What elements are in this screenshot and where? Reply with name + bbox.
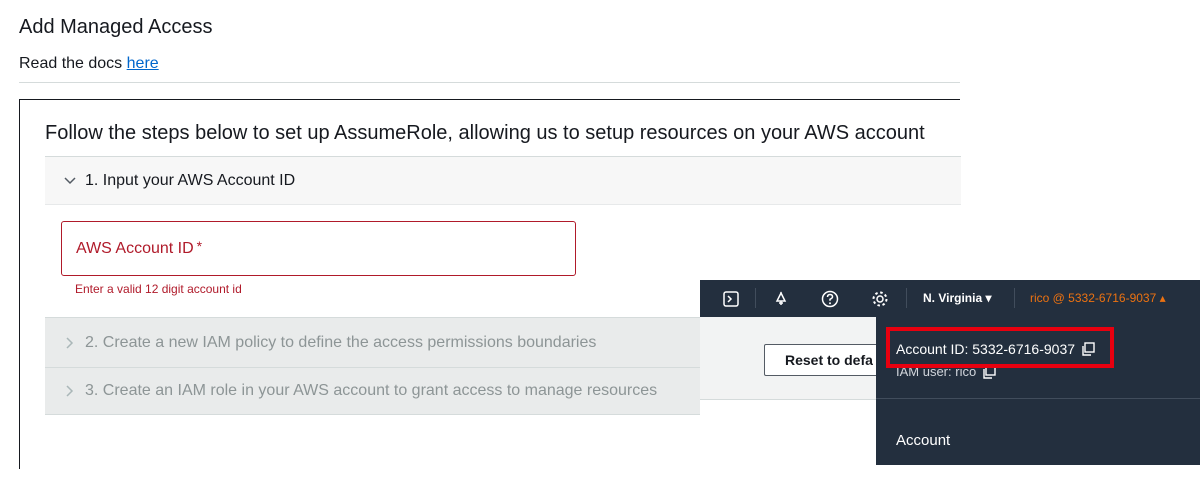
region-selector[interactable]: N. Virginia ▾ bbox=[923, 291, 991, 305]
topbar-separator bbox=[906, 288, 907, 308]
chevron-right-icon bbox=[59, 380, 81, 402]
step-1-header[interactable]: 1. Input your AWS Account ID bbox=[45, 156, 961, 205]
account-id-error: Enter a valid 12 digit account id bbox=[75, 282, 242, 296]
aws-account-id-placeholder: AWS Account ID bbox=[76, 239, 194, 257]
dropdown-divider bbox=[876, 398, 1200, 399]
docs-prefix: Read the docs bbox=[19, 55, 123, 72]
help-icon[interactable] bbox=[820, 289, 840, 309]
step-2-label: 2. Create a new IAM policy to define the… bbox=[85, 333, 597, 351]
terminal-icon[interactable] bbox=[721, 289, 741, 309]
aws-console-screenshot: N. Virginia ▾ rico @ 5332-6716-9037 ▴ Re… bbox=[700, 280, 1200, 465]
gear-icon[interactable] bbox=[870, 289, 890, 309]
docs-line: Read the docs here bbox=[19, 55, 159, 73]
topbar-separator bbox=[755, 288, 756, 308]
docs-link[interactable]: here bbox=[127, 55, 159, 72]
account-menu-item[interactable]: Account bbox=[896, 432, 950, 449]
step-3-label: 3. Create an IAM role in your AWS accoun… bbox=[85, 382, 658, 399]
console-top-bar: N. Virginia ▾ rico @ 5332-6716-9037 ▴ bbox=[700, 280, 1200, 317]
required-mark: * bbox=[196, 237, 203, 254]
aws-account-id-field[interactable]: AWS Account ID * bbox=[61, 221, 576, 276]
topbar-separator bbox=[1014, 288, 1015, 308]
chevron-right-icon bbox=[59, 332, 81, 354]
panel-heading: Follow the steps below to set up AssumeR… bbox=[45, 122, 925, 144]
chevron-down-icon bbox=[59, 170, 81, 192]
step-1-label: 1. Input your AWS Account ID bbox=[85, 171, 296, 189]
account-id-highlight-box bbox=[886, 327, 1114, 368]
bell-icon[interactable] bbox=[771, 289, 791, 309]
page-title: Add Managed Access bbox=[19, 16, 213, 38]
divider bbox=[19, 82, 960, 83]
account-menu[interactable]: rico @ 5332-6716-9037 ▴ bbox=[1030, 291, 1166, 305]
